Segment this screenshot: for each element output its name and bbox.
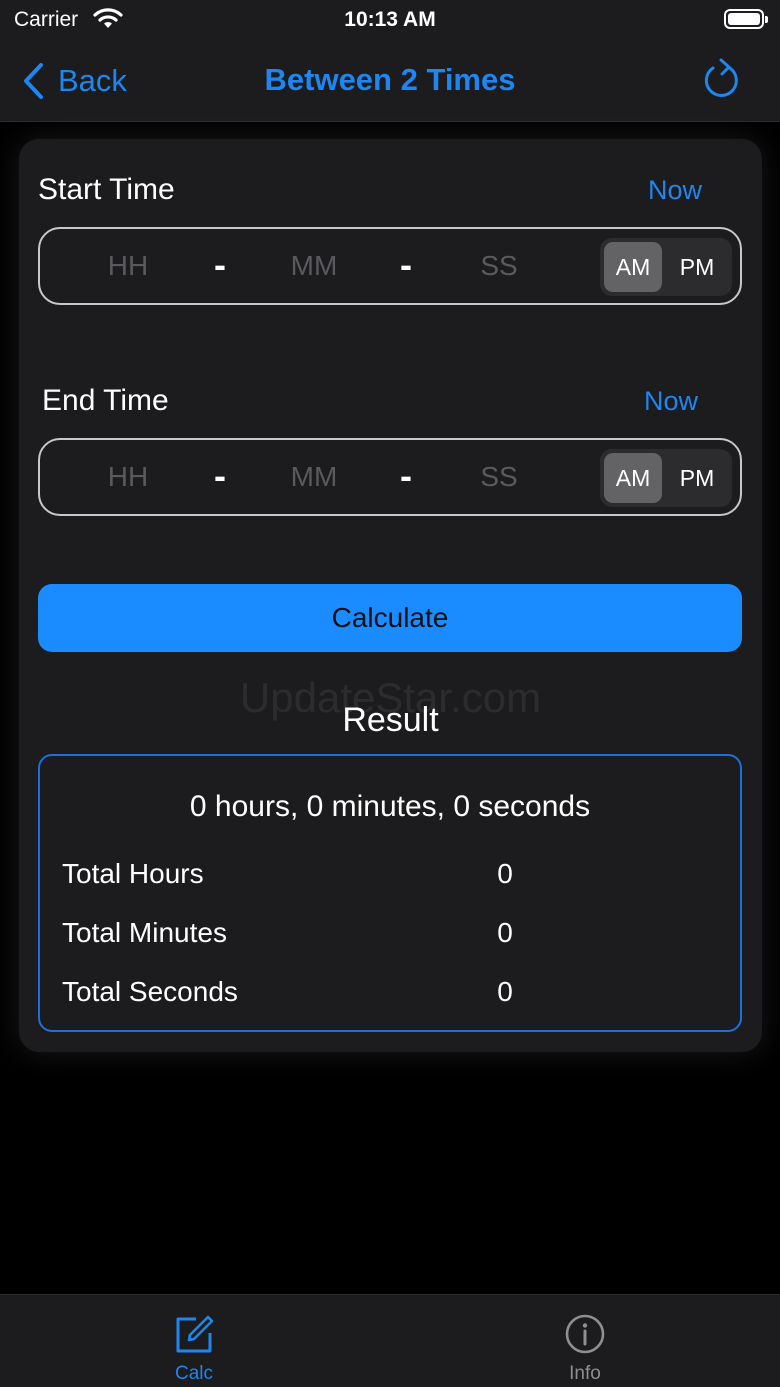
total-minutes-value: 0 [497,917,513,948]
start-hours-input[interactable]: HH [83,229,173,303]
info-icon [565,1314,605,1354]
tab-calc-label: Calc [174,1363,213,1384]
total-seconds-value: 0 [497,976,513,1007]
start-time-field: HH - MM - SS AM PM [38,227,742,305]
start-now-button[interactable]: Now [648,175,702,206]
end-hours-input[interactable]: HH [83,440,173,514]
status-bar: Carrier 10:13 AM [0,0,780,40]
start-separator-2: - [400,244,412,285]
calculate-button[interactable]: Calculate [38,584,742,652]
end-am-option[interactable]: AM [604,453,662,503]
result-heading: Result [342,701,439,739]
start-seconds-input[interactable]: SS [454,229,544,303]
tab-bar: Calc Info [0,1294,780,1387]
calculator-card: Start Time Now HH - MM - SS AM PM End Ti… [19,139,762,1052]
end-separator-2: - [400,455,412,496]
end-time-field: HH - MM - SS AM PM [38,438,742,516]
tab-info-label: Info [569,1363,601,1384]
tab-calc[interactable]: Calc [114,1295,274,1387]
end-am-pm-toggle: AM PM [600,449,732,507]
end-seconds-input[interactable]: SS [454,440,544,514]
end-separator-1: - [214,455,226,496]
battery-icon [724,9,768,29]
refresh-icon [704,58,738,97]
total-minutes-label: Total Minutes [62,917,227,948]
total-hours-label: Total Hours [62,858,204,889]
end-minutes-input[interactable]: MM [269,440,359,514]
end-pm-option[interactable]: PM [668,453,726,503]
end-time-label: End Time [42,384,169,417]
end-now-button[interactable]: Now [644,386,698,417]
total-seconds-label: Total Seconds [62,976,238,1007]
navigation-bar: Back Between 2 Times [0,40,780,122]
start-am-pm-toggle: AM PM [600,238,732,296]
start-pm-option[interactable]: PM [668,242,726,292]
status-time: 10:13 AM [344,8,436,31]
result-summary: 0 hours, 0 minutes, 0 seconds [189,790,591,823]
start-time-label: Start Time [38,173,175,206]
edit-icon [176,1315,214,1353]
total-hours-value: 0 [497,858,513,889]
start-separator-1: - [214,244,226,285]
start-am-option[interactable]: AM [604,242,662,292]
tab-info[interactable]: Info [505,1295,665,1387]
result-box: 0 hours, 0 minutes, 0 seconds Total Hour… [38,754,742,1032]
start-minutes-input[interactable]: MM [269,229,359,303]
refresh-button[interactable] [700,57,742,108]
page-title: Between 2 Times [264,62,516,97]
